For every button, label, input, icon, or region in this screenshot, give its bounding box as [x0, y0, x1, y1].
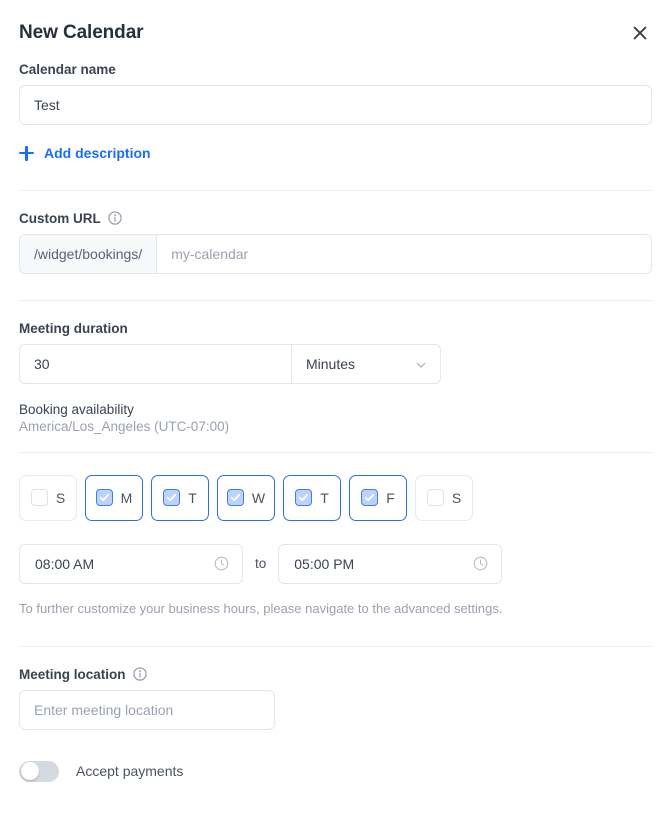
end-time-value: 05:00 PM [294, 555, 355, 572]
accept-payments-toggle[interactable] [19, 760, 59, 782]
new-calendar-panel: New Calendar Calendar name Add descripti… [0, 0, 671, 838]
custom-url-label-text: Custom URL [19, 210, 101, 226]
clock-icon [473, 556, 488, 571]
info-circle-icon[interactable] [132, 667, 147, 681]
day-label-monday: M [120, 489, 133, 506]
custom-url-section: Custom URL /widget/bookings/ [0, 211, 671, 274]
start-time-input[interactable]: 08:00 AM [19, 543, 243, 584]
day-chip-monday[interactable]: M [85, 474, 143, 521]
calendar-name-section: Calendar name Add description [0, 62, 671, 166]
checkbox-tuesday[interactable] [163, 489, 181, 506]
divider-1 [19, 189, 652, 191]
time-range-separator: to [255, 556, 267, 571]
day-chip-thursday[interactable]: T [283, 474, 341, 521]
clock-icon [214, 556, 229, 571]
meeting-location-input[interactable] [19, 689, 275, 730]
meeting-location-label: Meeting location [19, 667, 652, 682]
add-description-label: Add description [44, 145, 151, 161]
toggle-knob [20, 762, 39, 780]
booking-availability-timezone: America/Los_Angeles (UTC-07:00) [19, 418, 230, 434]
custom-url-label: Custom URL [19, 211, 652, 226]
meeting-location-section: Meeting location Accept payments [0, 667, 671, 782]
day-label-wednesday: W [251, 489, 266, 506]
checkbox-wednesday[interactable] [226, 489, 244, 506]
booking-availability-section: Booking availability America/Los_Angeles… [0, 402, 671, 434]
end-time-input[interactable]: 05:00 PM [278, 543, 503, 584]
chevron-down-icon [415, 358, 427, 370]
meeting-duration-input[interactable] [19, 343, 291, 384]
info-circle-icon[interactable] [108, 211, 122, 225]
checkbox-friday[interactable] [361, 489, 379, 506]
accept-payments-label: Accept payments [76, 763, 184, 779]
calendar-name-label: Calendar name [19, 62, 116, 77]
divider-3 [19, 451, 652, 453]
meeting-duration-section: Meeting duration Minutes [0, 321, 671, 384]
meeting-duration-unit-select[interactable]: Minutes [291, 343, 441, 384]
meeting-duration-unit-value: Minutes [306, 355, 356, 372]
custom-url-input[interactable] [157, 234, 651, 273]
day-chip-tuesday[interactable]: T [151, 474, 209, 521]
custom-url-group: /widget/bookings/ [19, 233, 652, 274]
day-chip-friday[interactable]: F [349, 474, 407, 521]
meeting-duration-row: Minutes [19, 343, 441, 384]
day-selector: S M T W T F S [19, 474, 652, 521]
add-description-button[interactable]: Add description [19, 143, 151, 163]
time-range-row: 08:00 AM to 05:00 PM [19, 543, 652, 584]
page-title: New Calendar [19, 22, 144, 43]
days-section: S M T W T F S 08:00 AM to 05:00 PM To fu… [0, 474, 671, 616]
checkbox-thursday[interactable] [295, 489, 313, 506]
day-chip-wednesday[interactable]: W [217, 474, 275, 521]
meeting-location-label-text: Meeting location [19, 666, 126, 682]
accept-payments-row: Accept payments [19, 760, 652, 782]
checkbox-monday[interactable] [95, 489, 113, 506]
day-chip-sunday[interactable]: S [19, 474, 77, 521]
meeting-duration-label: Meeting duration [19, 320, 128, 336]
booking-availability-label: Booking availability [19, 401, 134, 417]
day-chip-saturday[interactable]: S [415, 474, 473, 521]
custom-url-prefix: /widget/bookings/ [20, 234, 158, 273]
divider-2 [19, 299, 652, 301]
day-label-thursday: T [320, 489, 329, 506]
close-icon [632, 25, 648, 41]
start-time-value: 08:00 AM [35, 555, 95, 572]
business-hours-hint: To further customize your business hours… [19, 600, 503, 616]
day-label-sunday: S [55, 489, 66, 506]
checkbox-sunday[interactable] [30, 489, 48, 506]
divider-4 [19, 645, 652, 647]
calendar-name-input[interactable] [19, 85, 652, 125]
panel-header: New Calendar [0, 0, 671, 48]
plus-icon [19, 145, 34, 161]
close-button[interactable] [627, 20, 653, 46]
checkbox-saturday[interactable] [426, 489, 444, 506]
day-label-friday: F [386, 489, 395, 506]
day-label-tuesday: T [188, 489, 197, 506]
day-label-saturday: S [451, 489, 462, 506]
